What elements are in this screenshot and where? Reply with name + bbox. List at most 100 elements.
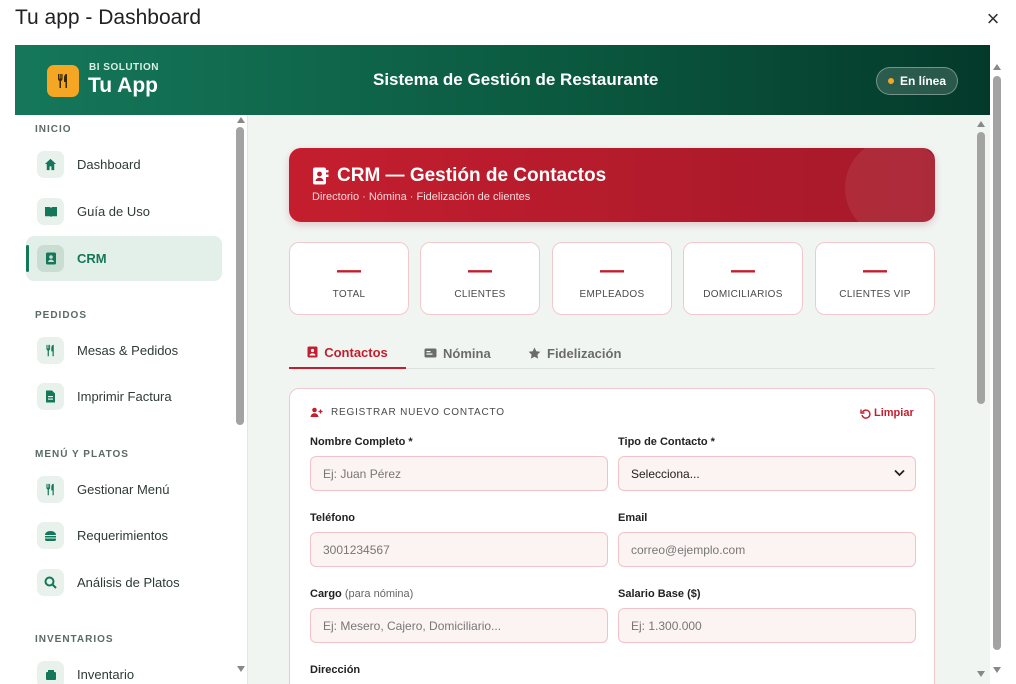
main-scroll-thumb[interactable] (977, 132, 985, 404)
crm-subtitle: Directorio · Nómina · Fidelización de cl… (312, 191, 531, 203)
banner-decoration (845, 148, 935, 222)
tab-nomina[interactable]: Nómina (424, 337, 491, 369)
sidebar-item-dashboard[interactable]: Dashboard (26, 142, 222, 187)
clear-button[interactable]: Limpiar (860, 407, 914, 419)
stat-value: — (731, 257, 755, 284)
stat-value: — (337, 257, 361, 284)
sidebar-item-label: Guía de Uso (77, 204, 150, 219)
sidebar-item-label: CRM (77, 251, 107, 266)
utensils-icon (37, 337, 64, 364)
brand-name: Tu App (88, 74, 158, 97)
crm-title: CRM — Gestión de Contactos (337, 165, 607, 186)
section-label-menu-platos: MENÚ Y PLATOS (35, 449, 129, 460)
undo-icon (860, 408, 871, 419)
sidebar-item-inventario[interactable]: Inventario (26, 652, 222, 684)
main-content: CRM — Gestión de Contactos Directorio · … (249, 115, 990, 684)
sidebar-item-label: Mesas & Pedidos (77, 343, 179, 358)
clear-button-label: Limpiar (874, 407, 914, 419)
contact-card-icon (37, 245, 64, 272)
position-field[interactable] (310, 608, 608, 643)
sidebar-item-guia-de-uso[interactable]: Guía de Uso (26, 189, 222, 234)
crm-banner: CRM — Gestión de Contactos Directorio · … (289, 148, 935, 222)
contact-card-icon (313, 167, 329, 185)
tab-label: Contactos (324, 344, 388, 360)
contact-card-icon (307, 346, 318, 358)
app-window: BI SOLUTION Tu App Sistema de Gestión de… (15, 45, 990, 684)
box-icon (37, 661, 64, 684)
close-icon[interactable]: × (982, 8, 1004, 30)
sidebar-item-label: Imprimir Factura (77, 389, 172, 404)
new-contact-form: REGISTRAR NUEVO CONTACTO Limpiar Nombre … (289, 388, 935, 684)
sidebar-scroll-thumb[interactable] (236, 127, 244, 425)
name-field-label: Nombre Completo * (310, 436, 413, 448)
stat-label: CLIENTES VIP (839, 289, 911, 300)
salary-field-label: Salario Base ($) (618, 588, 701, 600)
window-title: Tu app - Dashboard (15, 6, 201, 29)
id-card-icon (424, 348, 437, 358)
stat-label: DOMICILIARIOS (703, 289, 783, 300)
utensils-icon (37, 476, 64, 503)
brand-tagline: BI SOLUTION (89, 62, 159, 73)
email-field-label: Email (618, 512, 648, 524)
home-icon (37, 151, 64, 178)
sidebar-item-crm[interactable]: CRM (26, 236, 222, 281)
sidebar-item-analisis-platos[interactable]: Análisis de Platos (26, 560, 222, 605)
stat-value: — (600, 257, 624, 284)
position-field-label: Cargo (para nómina) (310, 588, 413, 600)
sidebar: INICIO Dashboard Guía de Uso CRM PEDIDOS (15, 115, 248, 684)
outer-scroll-up-icon[interactable] (993, 64, 1001, 70)
outer-scroll-thumb[interactable] (993, 76, 1001, 650)
section-label-pedidos: PEDIDOS (35, 310, 88, 321)
outer-scroll-down-icon[interactable] (993, 667, 1001, 673)
status-dot-icon (887, 78, 894, 84)
email-field[interactable] (618, 532, 916, 567)
chevron-down-icon (894, 469, 905, 477)
sidebar-item-gestionar-menu[interactable]: Gestionar Menú (26, 467, 222, 512)
user-plus-icon (310, 407, 323, 417)
tab-label: Fidelización (547, 345, 622, 361)
burger-icon (37, 522, 64, 549)
sidebar-item-label: Análisis de Platos (77, 575, 180, 590)
tab-fidelizacion[interactable]: Fidelización (528, 337, 621, 369)
scroll-up-icon[interactable] (237, 117, 245, 123)
select-value: Selecciona... (631, 466, 700, 481)
type-field-label: Tipo de Contacto * (618, 436, 715, 448)
address-field-label: Dirección (310, 664, 361, 676)
phone-field[interactable] (310, 532, 608, 567)
stat-value: — (863, 257, 887, 284)
stat-label: TOTAL (332, 289, 366, 300)
sidebar-item-imprimir-factura[interactable]: Imprimir Factura (26, 374, 222, 419)
status-text: En línea (899, 74, 946, 88)
phone-field-label: Teléfono (310, 512, 356, 524)
sidebar-item-label: Gestionar Menú (77, 482, 170, 497)
sidebar-item-label: Dashboard (77, 157, 141, 172)
main-scroll-down-icon[interactable] (977, 671, 985, 677)
magnify-icon (37, 569, 64, 596)
scroll-down-icon[interactable] (237, 666, 245, 672)
stat-card-empleados: — EMPLEADOS (552, 242, 672, 315)
sidebar-item-mesas-pedidos[interactable]: Mesas & Pedidos (26, 328, 222, 373)
crm-tabs: Contactos Nómina Fidelización (289, 337, 935, 369)
contact-type-select[interactable]: Selecciona... (618, 456, 916, 491)
system-title: Sistema de Gestión de Restaurante (373, 70, 659, 89)
position-label-hint: (para nómina) (344, 588, 414, 600)
form-section-title: REGISTRAR NUEVO CONTACTO (310, 407, 505, 418)
sidebar-item-label: Inventario (77, 667, 135, 682)
position-label-text: Cargo (310, 588, 342, 600)
main-scroll-up-icon[interactable] (977, 121, 985, 127)
name-field[interactable] (310, 456, 608, 491)
document-icon (37, 383, 64, 410)
stat-card-domiciliarios: — DOMICILIARIOS (683, 242, 803, 315)
stat-card-clientes: — CLIENTES (420, 242, 540, 315)
book-icon (37, 198, 64, 225)
stat-card-clientes-vip: — CLIENTES VIP (815, 242, 935, 315)
tab-contactos[interactable]: Contactos (289, 337, 406, 369)
sidebar-item-requerimientos[interactable]: Requerimientos (26, 513, 222, 558)
app-header: BI SOLUTION Tu App Sistema de Gestión de… (15, 45, 990, 115)
stat-label: EMPLEADOS (579, 289, 645, 300)
sidebar-item-label: Requerimientos (77, 528, 169, 543)
stat-value: — (468, 257, 492, 284)
status-badge: En línea (876, 67, 958, 95)
salary-field[interactable] (618, 608, 916, 643)
tab-label: Nómina (443, 345, 491, 361)
